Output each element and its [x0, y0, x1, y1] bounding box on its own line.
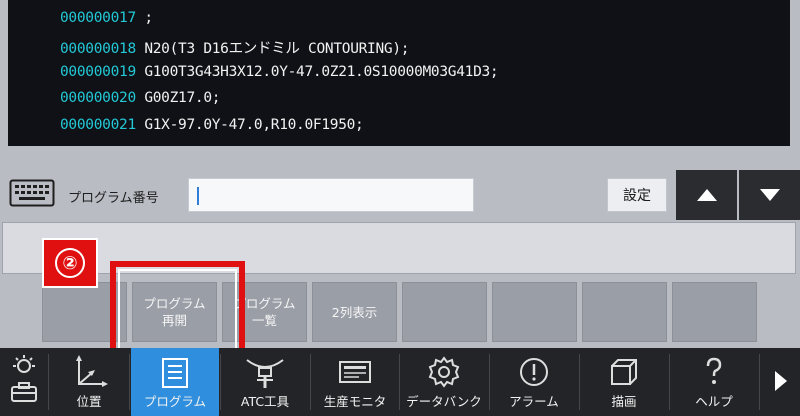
program-restart-button[interactable]: プログラム 再開 [132, 282, 217, 342]
soft-key-7[interactable] [582, 282, 667, 342]
program-document-icon [159, 353, 191, 391]
line-text: N20(T3 D16エンドミル CONTOURING); [144, 41, 410, 57]
code-line: 000000018 N20(T3 D16エンドミル CONTOURING); [60, 37, 410, 58]
code-line: 000000020 G00Z17.0; [60, 90, 220, 106]
line-text: G100T3G43H3X12.0Y-47.0Z21.0S10000M03G41D… [144, 64, 499, 80]
monitor-icon [337, 353, 373, 391]
step-number: ② [55, 248, 85, 278]
two-column-view-button[interactable]: 2列表示 [312, 282, 397, 342]
keyboard-button[interactable] [6, 176, 58, 214]
soft-key-label: プログラム [233, 296, 296, 311]
nav-divider [129, 354, 130, 410]
soft-key-label: 2列表示 [331, 304, 378, 320]
nav-production-monitor[interactable]: 生産モニタ [311, 348, 399, 416]
soft-key-5[interactable] [402, 282, 487, 342]
soft-key-label: 再開 [161, 313, 187, 328]
program-number-label: プログラム番号 [68, 191, 159, 206]
bottom-navigation: 位置 プログラム ATC工具 生産モニタ データバンク アラーム 描画 ヘルプ [0, 348, 800, 416]
gear-icon [427, 353, 461, 391]
code-line: 000000021 G1X-97.0Y-47.0,R10.0F1950; [60, 117, 364, 133]
text-caret [197, 187, 199, 205]
program-number-row: プログラム番号 設定 [0, 170, 800, 220]
triangle-up-icon [696, 186, 717, 205]
tools-menu-button[interactable] [0, 348, 48, 416]
step-marker-badge: ② [42, 238, 98, 288]
triangle-down-icon [759, 186, 780, 205]
nav-label: 描画 [611, 394, 637, 409]
message-bar [2, 222, 796, 274]
question-mark-icon [699, 353, 729, 391]
atc-tool-icon [243, 353, 287, 391]
nav-label: ヘルプ [695, 394, 733, 409]
position-axes-icon [69, 353, 109, 391]
nav-atc-tool[interactable]: ATC工具 [221, 348, 309, 416]
scroll-up-button[interactable] [676, 170, 737, 220]
lamp-toolbox-icon [6, 348, 42, 410]
line-number: 000000021 [60, 117, 136, 133]
line-text: G1X-97.0Y-47.0,R10.0F1950; [144, 117, 364, 133]
line-number: 000000017 [60, 10, 136, 26]
line-number: 000000019 [60, 64, 136, 80]
soft-key-label: 一覧 [251, 313, 277, 328]
nav-next-button[interactable] [760, 348, 800, 416]
line-number: 000000018 [60, 41, 136, 57]
scroll-down-button[interactable] [739, 170, 800, 220]
nav-program[interactable]: プログラム [131, 348, 219, 416]
line-text: G00Z17.0; [144, 90, 221, 106]
code-line: 000000017 ; [60, 10, 153, 26]
nav-label: データバンク [406, 394, 482, 409]
soft-key-label: プログラム [143, 296, 206, 311]
keyboard-icon [9, 179, 55, 211]
nav-help[interactable]: ヘルプ [670, 348, 758, 416]
nav-alarm[interactable]: アラーム [490, 348, 578, 416]
soft-key-1[interactable] [42, 282, 127, 342]
nav-label: 生産モニタ [323, 394, 387, 409]
soft-key-row: プログラム再開 プログラム一覧 2列表示 [0, 276, 800, 348]
nav-data-bank[interactable]: データバンク [400, 348, 488, 416]
cube-icon [607, 353, 641, 391]
soft-key-8[interactable] [672, 282, 757, 342]
nav-label: アラーム [509, 394, 559, 409]
code-line: 000000019 G100T3G43H3X12.0Y-47.0Z21.0S10… [60, 64, 499, 80]
line-number: 000000020 [60, 90, 136, 106]
nav-label: 位置 [76, 394, 102, 409]
nav-position[interactable]: 位置 [49, 348, 129, 416]
program-list-button[interactable]: プログラム 一覧 [222, 282, 307, 342]
alarm-exclamation-icon [517, 353, 551, 391]
nav-label: ATC工具 [240, 394, 290, 409]
program-code-panel: 000000017 ; 000000018 N20(T3 D16エンドミル CO… [0, 0, 800, 158]
program-number-input[interactable] [188, 178, 474, 212]
chevron-right-icon [773, 370, 787, 394]
set-button[interactable]: 設定 [607, 178, 667, 212]
line-text: ; [144, 10, 153, 26]
program-code-view[interactable]: 000000017 ; 000000018 N20(T3 D16エンドミル CO… [8, 0, 790, 146]
soft-key-6[interactable] [492, 282, 577, 342]
nav-label: プログラム [143, 394, 207, 409]
nav-drawing[interactable]: 描画 [580, 348, 668, 416]
